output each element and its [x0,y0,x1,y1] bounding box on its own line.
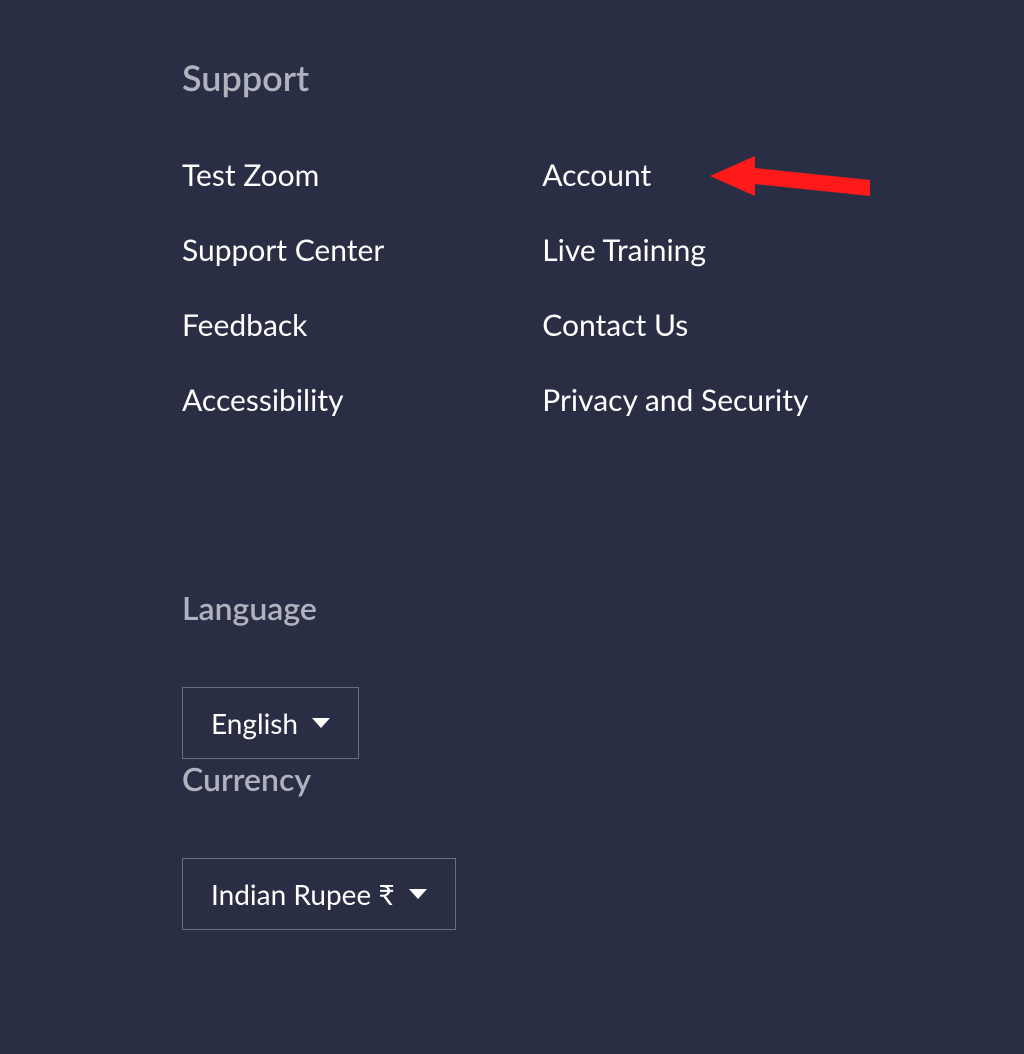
footer-language-section: Language English [182,588,1024,759]
link-contact-us[interactable]: Contact Us [542,307,808,343]
language-selected-value: English [211,706,298,740]
language-dropdown[interactable]: English [182,687,359,759]
language-heading: Language [182,588,1024,627]
currency-dropdown[interactable]: Indian Rupee ₹ [182,858,456,930]
support-heading: Support [182,55,1024,99]
currency-selected-value: Indian Rupee ₹ [211,877,395,911]
support-links-column-2: Account Live Training Contact Us Privacy… [542,157,808,418]
support-links-container: Test Zoom Support Center Feedback Access… [182,157,1024,418]
link-account[interactable]: Account [542,157,808,193]
link-live-training[interactable]: Live Training [542,232,808,268]
footer-currency-section: Currency Indian Rupee ₹ [182,759,1024,930]
link-test-zoom[interactable]: Test Zoom [182,157,384,193]
currency-heading: Currency [182,759,1024,798]
caret-down-icon [409,889,427,899]
footer-support-section: Support Test Zoom Support Center Feedbac… [182,55,1024,418]
link-privacy-security[interactable]: Privacy and Security [542,382,808,418]
link-support-center[interactable]: Support Center [182,232,384,268]
caret-down-icon [312,718,330,728]
link-accessibility[interactable]: Accessibility [182,382,384,418]
support-links-column-1: Test Zoom Support Center Feedback Access… [182,157,384,418]
link-feedback[interactable]: Feedback [182,307,384,343]
